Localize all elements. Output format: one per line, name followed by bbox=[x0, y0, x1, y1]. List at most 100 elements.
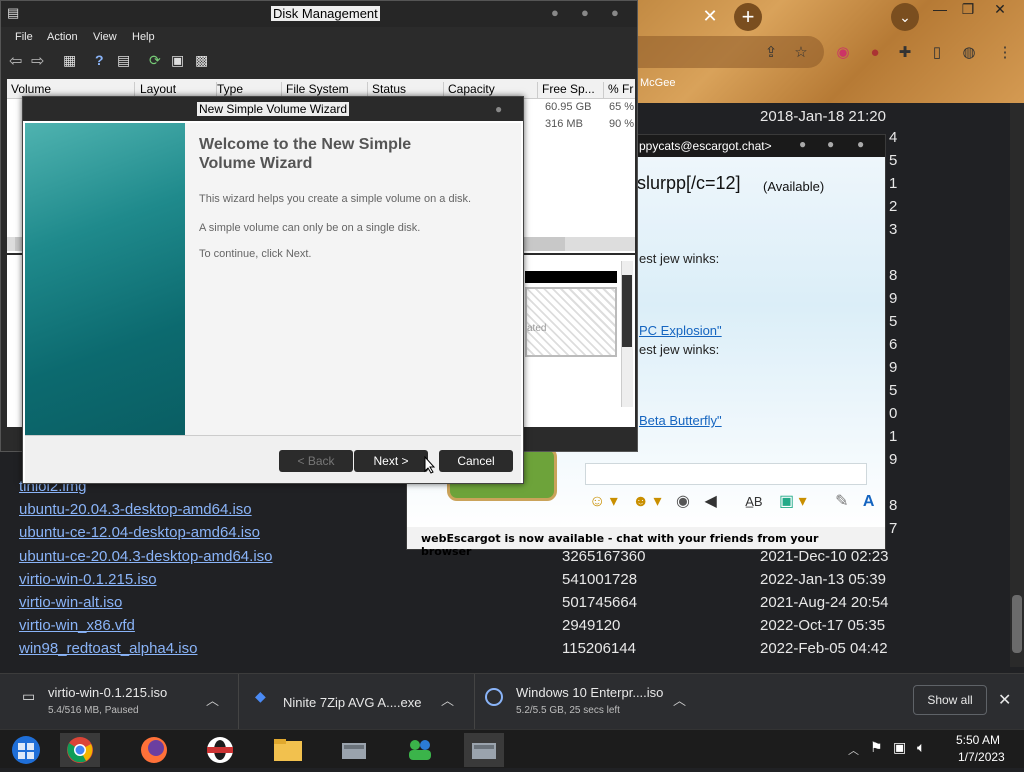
share-icon[interactable]: ⇪ bbox=[760, 42, 782, 64]
tray-overflow-icon[interactable]: ︿ bbox=[848, 742, 859, 758]
menu-file[interactable]: File bbox=[15, 31, 33, 43]
page-scrollbar[interactable] bbox=[1010, 103, 1024, 667]
chat-message: est jew winks: bbox=[639, 342, 720, 357]
network-icon[interactable]: ▣ bbox=[893, 739, 906, 756]
row-pct: 65 % bbox=[609, 101, 635, 113]
menu-help[interactable]: Help bbox=[132, 31, 155, 43]
listing-link[interactable]: virtio-win_x86.vfd bbox=[19, 616, 135, 636]
chevron-up-icon[interactable]: ︿ bbox=[673, 690, 686, 709]
chevron-up-icon[interactable]: ︿ bbox=[441, 690, 454, 709]
bookmark-star-icon[interactable]: ☆ bbox=[790, 42, 812, 64]
listing-link[interactable]: win98_redtoast_alpha4.iso bbox=[19, 639, 197, 659]
back-arrow-icon[interactable]: ⇦ bbox=[9, 51, 22, 71]
menu-view[interactable]: View bbox=[93, 31, 117, 43]
refresh-icon[interactable]: ⟳ bbox=[149, 52, 161, 69]
listing-link[interactable]: virtio-win-alt.iso bbox=[19, 593, 122, 613]
volume-icon[interactable]: 🔈︎ bbox=[917, 739, 925, 756]
cancel-button[interactable]: Cancel bbox=[439, 450, 513, 472]
help-icon[interactable]: ? bbox=[95, 52, 104, 68]
disk-management-taskbar-icon[interactable] bbox=[334, 733, 374, 767]
show-all-button[interactable]: Show all bbox=[913, 685, 987, 715]
download-item[interactable]: Windows 10 Enterpr....iso 5.2/5.5 GB, 25… bbox=[474, 674, 704, 730]
voice-clip-icon[interactable]: ◀ bbox=[704, 493, 716, 510]
row-free: 60.95 GB bbox=[545, 101, 592, 113]
messenger-taskbar-icon[interactable] bbox=[400, 733, 440, 767]
firefox-taskbar-icon[interactable] bbox=[134, 733, 174, 767]
chat-message: est jew winks: bbox=[639, 251, 720, 266]
wizard-banner bbox=[25, 123, 185, 435]
download-progress-icon bbox=[485, 688, 503, 706]
close-download-bar-icon[interactable]: ✕ bbox=[998, 690, 1011, 710]
bookmark-item[interactable]: McGee bbox=[640, 77, 675, 89]
wizard-text: This wizard helps you create a simple vo… bbox=[199, 193, 472, 205]
chat-title: ppycats@escargot.chat> bbox=[639, 139, 772, 153]
chrome-menu-icon[interactable]: ⋮ bbox=[994, 42, 1016, 64]
side-panel-icon[interactable]: ▯ bbox=[926, 42, 948, 64]
chat-status-bar: webEscargot is now available - chat with… bbox=[407, 527, 885, 558]
font-icon[interactable]: A̲B bbox=[745, 494, 762, 509]
start-button-icon[interactable] bbox=[6, 733, 46, 767]
tab-search-button[interactable]: ⌄ bbox=[891, 3, 919, 31]
rescan-icon[interactable]: ▣ bbox=[171, 52, 184, 69]
extension-flag-icon[interactable]: ◉ bbox=[832, 42, 854, 64]
tab-close-icon[interactable]: ✕ bbox=[700, 6, 720, 26]
dm-title: Disk Management bbox=[271, 6, 380, 21]
download-shelf: ▭ virtio-win-0.1.215.iso 5.4/516 MB, Pau… bbox=[0, 673, 1024, 730]
dm-close-icon[interactable]: ● bbox=[611, 5, 619, 20]
list-view-icon[interactable]: ▩ bbox=[195, 52, 208, 69]
chevron-up-icon[interactable]: ︿ bbox=[206, 690, 219, 709]
listing-date: 2022-Jan-13 05:39 bbox=[760, 571, 886, 588]
wink-link[interactable]: Beta Butterfly" bbox=[639, 413, 722, 428]
forward-arrow-icon[interactable]: ⇨ bbox=[31, 51, 44, 71]
listing-date: 2022-Oct-17 05:35 bbox=[760, 617, 886, 634]
clock-date[interactable]: 1/7/2023 bbox=[958, 750, 1005, 764]
next-button[interactable]: Next > bbox=[354, 450, 428, 472]
scrollbar-thumb[interactable] bbox=[1012, 595, 1022, 653]
chat-toolbar: ☺ ▾ ☻ ▾ ◉ ◀ A̲B ▣ ▾ ✎ A bbox=[589, 493, 875, 510]
chrome-taskbar-icon[interactable] bbox=[60, 733, 100, 767]
row-free: 316 MB bbox=[545, 118, 583, 130]
minimize-button[interactable]: — bbox=[926, 0, 954, 18]
unallocated-partition[interactable]: ated bbox=[525, 287, 617, 357]
properties-icon[interactable]: ▤ bbox=[117, 52, 130, 69]
handwriting-icon[interactable]: ✎ bbox=[835, 493, 848, 510]
chat-minimize-icon[interactable]: ● bbox=[799, 137, 806, 151]
back-button[interactable]: < Back bbox=[279, 450, 353, 472]
wizard-taskbar-icon[interactable] bbox=[464, 733, 504, 767]
opera-taskbar-icon[interactable] bbox=[200, 733, 240, 767]
background-icon[interactable]: ▣ bbox=[779, 493, 794, 510]
text-style-icon[interactable]: A bbox=[863, 493, 875, 510]
extensions-puzzle-icon[interactable]: ✚ bbox=[894, 42, 916, 64]
graphical-vscroll-thumb[interactable] bbox=[622, 275, 632, 347]
nudge-icon[interactable]: ◉ bbox=[676, 493, 690, 510]
listing-link[interactable]: ubuntu-ce-12.04-desktop-amd64.iso bbox=[19, 523, 260, 543]
extension-avatar-icon[interactable]: ● bbox=[864, 42, 886, 64]
wizard-heading: Welcome to the New Simple Volume Wizard bbox=[199, 136, 412, 172]
console-tree-icon[interactable]: ▦ bbox=[63, 52, 76, 69]
profile-icon[interactable]: ◍ bbox=[958, 42, 980, 64]
file-explorer-taskbar-icon[interactable] bbox=[268, 733, 308, 767]
wink-link[interactable]: PC Explosion" bbox=[639, 323, 722, 338]
chat-maximize-icon[interactable]: ● bbox=[827, 137, 834, 151]
chat-input[interactable] bbox=[585, 463, 867, 485]
listing-link[interactable]: virtio-win-0.1.215.iso bbox=[19, 570, 157, 590]
emoticon-icon[interactable]: ☺ bbox=[589, 493, 605, 510]
chat-close-icon[interactable]: ● bbox=[857, 137, 864, 151]
dm-minimize-icon[interactable]: ● bbox=[551, 5, 559, 20]
listing-link[interactable]: ubuntu-20.04.3-desktop-amd64.iso bbox=[19, 500, 252, 520]
listing-size: 115206144 bbox=[562, 640, 636, 657]
wizard-close-icon[interactable]: ● bbox=[495, 102, 502, 116]
dm-maximize-icon[interactable]: ● bbox=[581, 5, 589, 20]
listing-link[interactable]: ubuntu-ce-20.04.3-desktop-amd64.iso bbox=[19, 547, 273, 567]
col-percent-free[interactable]: % Fr bbox=[604, 82, 635, 98]
wink-icon[interactable]: ☻ bbox=[632, 493, 649, 510]
download-item[interactable]: ▭ virtio-win-0.1.215.iso 5.4/516 MB, Pau… bbox=[0, 674, 230, 730]
new-tab-button[interactable]: + bbox=[734, 3, 762, 31]
col-free-space[interactable]: Free Sp... bbox=[538, 82, 604, 98]
close-window-button[interactable]: ✕ bbox=[986, 0, 1014, 18]
download-item[interactable]: ◆ Ninite 7Zip AVG A....exe ︿ bbox=[238, 674, 468, 730]
menu-action[interactable]: Action bbox=[47, 31, 78, 43]
action-center-flag-icon[interactable]: ⚑ bbox=[870, 739, 883, 756]
restore-button[interactable]: ❐ bbox=[954, 0, 982, 18]
clock-time[interactable]: 5:50 AM bbox=[956, 733, 1000, 747]
